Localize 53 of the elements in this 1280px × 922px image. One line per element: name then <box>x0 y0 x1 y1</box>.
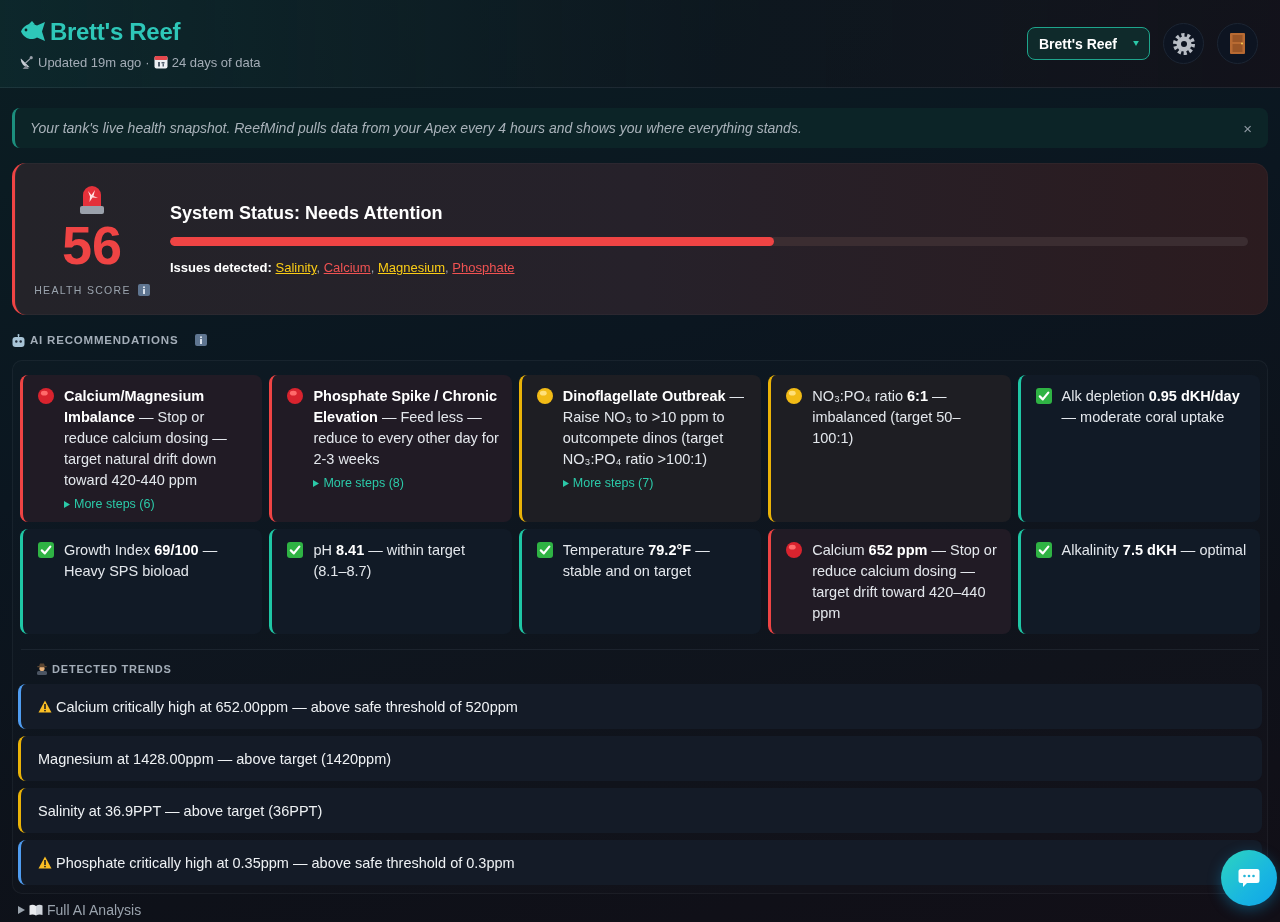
issue-link[interactable]: Calcium <box>323 260 371 275</box>
trend-text: Calcium critically high at 652.00ppm — above safe threshold of 520ppm <box>56 698 518 715</box>
full-analysis-toggle[interactable]: Full AI Analysis <box>18 902 142 918</box>
section-title: AI RECOMMENDATIONS <box>30 334 179 346</box>
recommendation-text: Temperature 79.2°F — stable and on target <box>562 541 711 581</box>
chat-bubble-icon <box>1238 868 1260 888</box>
trend-text: Phosphate critically high at 0.35ppm — above safe threshold of 0.3ppm <box>56 854 515 871</box>
fish-icon <box>20 21 46 42</box>
info-icon[interactable] <box>195 334 208 346</box>
recommendation-text: Dinoflagellate Outbreak — Raise NO₃ to >10 ppm to outcompete dinos (target NO₃:PO₄ ratio >100:1) <box>562 387 746 469</box>
separator-dot: · <box>145 54 150 70</box>
recommendation-text: Calcium/Magnesium Imbalance — Stop or reduce calcium dosing — target natural drift down toward 420-440 ppm <box>64 387 228 490</box>
health-score-value: 56 <box>61 220 123 270</box>
caret-icon <box>562 479 569 487</box>
book-icon <box>29 904 43 916</box>
recommendation-text: pH 8.41 — within target (8.1–8.7) <box>313 541 466 581</box>
more-steps-link[interactable]: More steps (7) <box>562 475 654 491</box>
status-title: System Status: Needs Attention <box>170 202 444 224</box>
satellite-dish-icon <box>20 55 34 69</box>
door-icon <box>1230 33 1245 54</box>
updated-text: Updated 19m ago <box>38 54 142 70</box>
robot-icon <box>12 333 25 347</box>
data-span-text: 24 days of data <box>171 54 261 70</box>
banner-text: Your tank's live health snapshot. ReefMind pulls data from your Apex every 4 hours and shows you where everything stands. <box>30 120 802 136</box>
chat-button[interactable] <box>1221 850 1277 906</box>
close-button[interactable]: × <box>1241 120 1254 136</box>
info-icon[interactable] <box>137 284 150 296</box>
warning-icon <box>38 700 52 713</box>
caret-icon <box>64 500 70 508</box>
warning-icon <box>38 856 52 869</box>
recommendation-text: Alkalinity 7.5 dKH — optimal <box>1061 541 1247 560</box>
trend-text: Magnesium at 1428.00ppm — above target (1420ppm) <box>38 750 392 767</box>
detective-icon <box>36 663 48 675</box>
more-steps-link[interactable]: More steps (8) <box>313 475 404 491</box>
issues-text: Issues detected: Salinity, Calcium, Magnesium, Phosphate <box>170 260 516 276</box>
more-steps-link[interactable]: More steps (6) <box>64 496 155 512</box>
trend-text: Salinity at 36.9PPT — above target (36PPT) <box>38 802 323 819</box>
door-button[interactable] <box>1217 23 1258 64</box>
calendar-icon <box>153 55 168 69</box>
recommendation-text: Calcium 652 ppm — Stop or reduce calcium dosing — target drift toward 420–440 ppm <box>812 541 998 623</box>
tank-select[interactable]: Brett's Reef <box>1026 27 1150 60</box>
app-title: Brett's Reef <box>50 17 181 46</box>
caret-icon <box>313 479 320 487</box>
recommendation-text: Alk depletion 0.95 dKH/day — moderate coral uptake <box>1061 387 1241 427</box>
health-score-label: HEALTH SCORE <box>34 284 131 296</box>
recommendation-text: Phosphate Spike / Chronic Elevation — Feed less — reduce to every other day for 2-3 weeks <box>313 387 500 469</box>
caret-icon <box>1133 41 1139 46</box>
recommendation-text: NO₃:PO₄ ratio 6:1 — imbalanced (target 50–100:1) <box>812 387 962 448</box>
section-title: DETECTED TRENDS <box>52 663 172 675</box>
settings-button[interactable] <box>1163 23 1204 64</box>
issue-link[interactable]: Phosphate <box>452 260 515 275</box>
recommendation-text: Growth Index 69/100 — Heavy SPS bioload <box>64 541 219 581</box>
settings-icon <box>1172 32 1195 55</box>
